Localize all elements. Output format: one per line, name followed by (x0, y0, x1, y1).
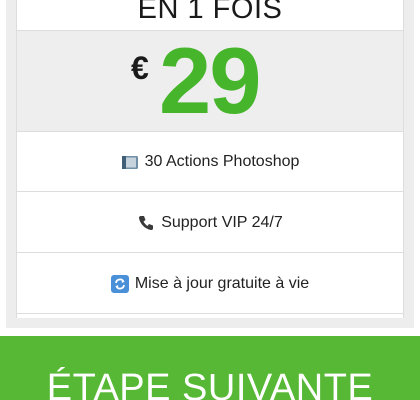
feature-item-support: Support VIP 24/7 (17, 193, 403, 253)
next-step-button[interactable]: ÉTAPE SUIVANTE (0, 336, 420, 400)
price-currency: € (131, 50, 149, 86)
refresh-icon (110, 274, 129, 293)
feature-item-updates: Mise à jour gratuite à vie (17, 254, 403, 314)
pricing-card: EN 1 FOIS € 29 30 Actions Photoshop Supp (16, 0, 404, 318)
feature-label: Mise à jour gratuite à vie (134, 274, 310, 292)
feature-item-photoshop-actions: 30 Actions Photoshop (17, 132, 403, 192)
phone-icon (137, 214, 155, 232)
price-box: € 29 (17, 30, 403, 132)
pricing-page: EN 1 FOIS € 29 30 Actions Photoshop Supp (0, 0, 420, 400)
book-icon (121, 153, 139, 171)
price-amount: 29 (159, 28, 262, 133)
feature-label: 30 Actions Photoshop (144, 152, 300, 170)
next-step-label: ÉTAPE SUIVANTE (46, 367, 374, 400)
feature-label: Support VIP 24/7 (161, 213, 283, 231)
plan-title: EN 1 FOIS (137, 0, 283, 25)
